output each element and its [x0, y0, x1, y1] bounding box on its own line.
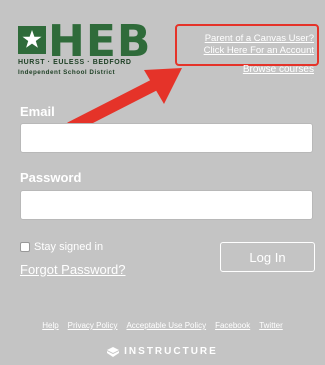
footer-link-help[interactable]: Help [42, 321, 58, 330]
login-button[interactable]: Log In [220, 242, 315, 272]
texas-star-icon [18, 26, 46, 54]
footer-link-privacy[interactable]: Privacy Policy [68, 321, 118, 330]
instructure-brand: INSTRUCTURE [0, 346, 325, 357]
email-label: Email [20, 104, 55, 119]
parent-canvas-link[interactable]: Parent of a Canvas User? [205, 33, 314, 44]
password-label: Password [20, 170, 82, 185]
stay-signed-in-checkbox[interactable] [20, 242, 30, 252]
email-input[interactable] [20, 123, 313, 153]
footer-link-acceptable-use[interactable]: Acceptable Use Policy [126, 321, 206, 330]
footer-links: Help Privacy Policy Acceptable Use Polic… [0, 321, 325, 330]
create-account-link[interactable]: Click Here For an Account [204, 45, 314, 56]
stay-signed-in-row: Stay signed in [20, 241, 103, 253]
footer-link-twitter[interactable]: Twitter [259, 321, 283, 330]
password-input[interactable] [20, 190, 313, 220]
browse-courses-link[interactable]: Browse courses [243, 64, 314, 75]
instructure-text: INSTRUCTURE [124, 346, 218, 357]
footer-link-facebook[interactable]: Facebook [215, 321, 250, 330]
instructure-logo-icon [107, 346, 120, 357]
forgot-password-link[interactable]: Forgot Password? [20, 262, 126, 277]
stay-signed-in-label[interactable]: Stay signed in [34, 241, 103, 253]
